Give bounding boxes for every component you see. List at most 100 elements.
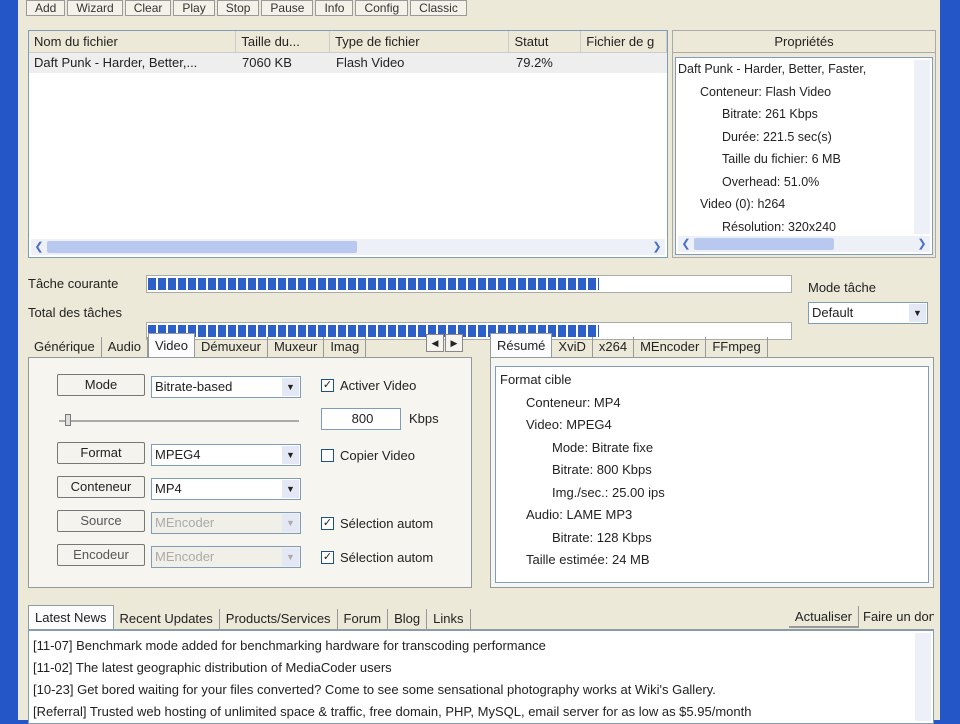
toolbar-button-stop[interactable]: Stop — [216, 0, 260, 16]
encoder-value: MEncoder — [155, 549, 215, 564]
news-item[interactable]: [11-02] The latest geographic distributi… — [33, 657, 913, 679]
file-name: Daft Punk - Harder, Better,... — [34, 55, 198, 70]
news-tab[interactable]: Products/Services — [220, 609, 338, 629]
tree-item[interactable]: Bitrate: 261 Kbps — [678, 103, 914, 126]
checkbox-icon — [321, 449, 334, 462]
properties-title: Propriétés — [673, 31, 935, 53]
tree-item[interactable]: Video (0): h264 — [678, 193, 914, 216]
column-header[interactable]: Statut — [509, 31, 582, 52]
news-tab[interactable]: Blog — [388, 609, 428, 629]
news-tab[interactable]: Links — [427, 609, 471, 629]
tab-générique[interactable]: Générique — [28, 337, 102, 357]
task-mode-select[interactable]: Default ▼ — [808, 302, 928, 324]
chevron-down-icon: ▼ — [909, 304, 926, 322]
tree-item[interactable]: Résolution: 320x240 — [678, 216, 914, 239]
table-row[interactable]: Daft Punk - Harder, Better,... 7060 KB F… — [29, 53, 667, 73]
encoder-button[interactable]: Encodeur — [57, 544, 145, 566]
activate-video-label: Activer Video — [340, 378, 417, 393]
checkbox-checked-icon: ✓ — [321, 551, 334, 564]
summary-item: Conteneur: MP4 — [526, 394, 621, 410]
tree-item[interactable]: Taille du fichier: 6 MB — [678, 148, 914, 171]
summary-tree: Format cible Conteneur: MP4 Video: MPEG4 Mo… — [495, 366, 929, 583]
toolbar-button-info[interactable]: Info — [315, 0, 354, 16]
total-tasks-label: Total des tâches — [28, 305, 122, 320]
refresh-button[interactable]: Actualiser — [788, 606, 858, 628]
tab-mencoder[interactable]: MEncoder — [634, 337, 707, 357]
tab-video[interactable]: Video — [147, 333, 195, 357]
toolbar-button-add[interactable]: Add — [26, 0, 66, 16]
bitrate-input[interactable]: 800 — [321, 408, 401, 430]
donate-button[interactable]: Faire un don — [858, 606, 934, 628]
bitrate-unit: Kbps — [409, 411, 439, 426]
format-select[interactable]: MPEG4 ▼ — [151, 444, 301, 466]
news-tab[interactable]: Recent Updates — [114, 609, 220, 629]
summary-item: Format cible — [500, 372, 572, 387]
mediacoder-window: Add Wizard Clear Play Stop Pause Info Config Cla… — [18, 0, 940, 724]
summary-panel: Résumé XviD x264 MEncoder FFmpeg Format cibl… — [490, 333, 934, 588]
tab-xvid[interactable]: XviD — [552, 337, 593, 357]
toolbar-button-pause[interactable]: Pause — [261, 0, 314, 16]
tab-x264[interactable]: x264 — [593, 337, 635, 357]
summary-item: Audio: LAME MP3 — [526, 507, 633, 522]
tree-item[interactable]: Conteneur: Flash Video — [678, 81, 914, 104]
chevron-down-icon: ▼ — [282, 378, 299, 396]
tab-ffmpeg[interactable]: FFmpeg — [706, 337, 768, 357]
vertical-scrollbar[interactable] — [914, 60, 930, 234]
news-item[interactable]: [10-23] Get bored waiting for your files… — [33, 679, 913, 701]
source-button[interactable]: Source — [57, 510, 145, 532]
tree-item[interactable]: Durée: 221.5 sec(s) — [678, 126, 914, 149]
column-header[interactable]: Fichier de g — [581, 31, 667, 52]
news-tab[interactable]: Latest News — [28, 605, 114, 629]
copy-video-checkbox[interactable]: Copier Video — [321, 448, 415, 463]
tab-audio[interactable]: Audio — [102, 337, 148, 357]
toolbar-button-wizard[interactable]: Wizard — [67, 0, 123, 16]
encoder-select[interactable]: MEncoder ▼ — [151, 546, 301, 568]
tab-scroll-left[interactable]: ◀ — [426, 334, 444, 352]
tab-résumé[interactable]: Résumé — [490, 333, 553, 357]
bitrate-slider[interactable] — [59, 414, 299, 426]
news-item[interactable]: [11-07] Benchmark mode added for benchma… — [33, 635, 913, 657]
tab-scroll-right[interactable]: ▶ — [445, 334, 463, 352]
horizontal-scrollbar[interactable]: ❮ ❯ — [678, 236, 930, 252]
activate-video-checkbox[interactable]: ✓ Activer Video — [321, 378, 416, 393]
format-button[interactable]: Format — [57, 442, 145, 464]
container-select[interactable]: MP4 ▼ — [151, 478, 301, 500]
file-list[interactable]: Nom du fichier Taille du... Type de fichie… — [28, 30, 668, 258]
news-tab[interactable]: Forum — [338, 609, 389, 629]
container-button[interactable]: Conteneur — [57, 476, 145, 498]
file-status: 79.2% — [516, 55, 553, 70]
toolbar-button-classic[interactable]: Classic — [410, 0, 467, 16]
tab-démuxeur[interactable]: Démuxeur — [195, 337, 268, 357]
toolbar-button-play[interactable]: Play — [173, 0, 215, 16]
summary-item: Taille estimée: 24 MB — [526, 552, 650, 567]
tab-muxeur[interactable]: Muxeur — [268, 337, 325, 357]
task-mode-value: Default — [812, 305, 854, 320]
summary-item: Img./sec.: 25.00 ips — [552, 484, 665, 500]
source-select[interactable]: MEncoder ▼ — [151, 512, 301, 534]
container-value: MP4 — [155, 481, 182, 496]
tree-item[interactable]: Daft Punk - Harder, Better, Faster, — [678, 58, 914, 81]
column-header[interactable]: Type de fichier — [330, 31, 510, 52]
horizontal-scrollbar[interactable]: ❮ ❯ — [31, 239, 665, 255]
toolbar: Add Wizard Clear Play Stop Pause Info Config Cla… — [18, 0, 888, 18]
vertical-scrollbar[interactable] — [915, 633, 931, 721]
tree-item[interactable]: Overhead: 51.0% — [678, 171, 914, 194]
toolbar-button-config[interactable]: Config — [355, 0, 409, 16]
mode-select[interactable]: Bitrate-based ▼ — [151, 376, 301, 398]
auto-encoder-checkbox[interactable]: ✓ Sélection autom — [321, 550, 433, 565]
auto-source-label: Sélection autom — [340, 516, 434, 531]
current-task-label: Tâche courante — [28, 276, 119, 291]
auto-encoder-label: Sélection autom — [340, 550, 434, 565]
source-value: MEncoder — [155, 515, 215, 530]
file-size: 7060 KB — [242, 55, 292, 70]
checkbox-checked-icon: ✓ — [321, 517, 334, 530]
summary-item: Bitrate: 128 Kbps — [552, 529, 652, 545]
auto-source-checkbox[interactable]: ✓ Sélection autom — [321, 516, 433, 531]
toolbar-button-clear[interactable]: Clear — [124, 0, 172, 16]
mode-button[interactable]: Mode — [57, 374, 145, 396]
column-header[interactable]: Taille du... — [236, 31, 331, 52]
summary-item: Mode: Bitrate fixe — [552, 439, 654, 455]
column-header[interactable]: Nom du fichier — [29, 31, 237, 52]
tab-imag[interactable]: Imag — [324, 337, 367, 357]
summary-item: Bitrate: 800 Kbps — [552, 462, 652, 477]
